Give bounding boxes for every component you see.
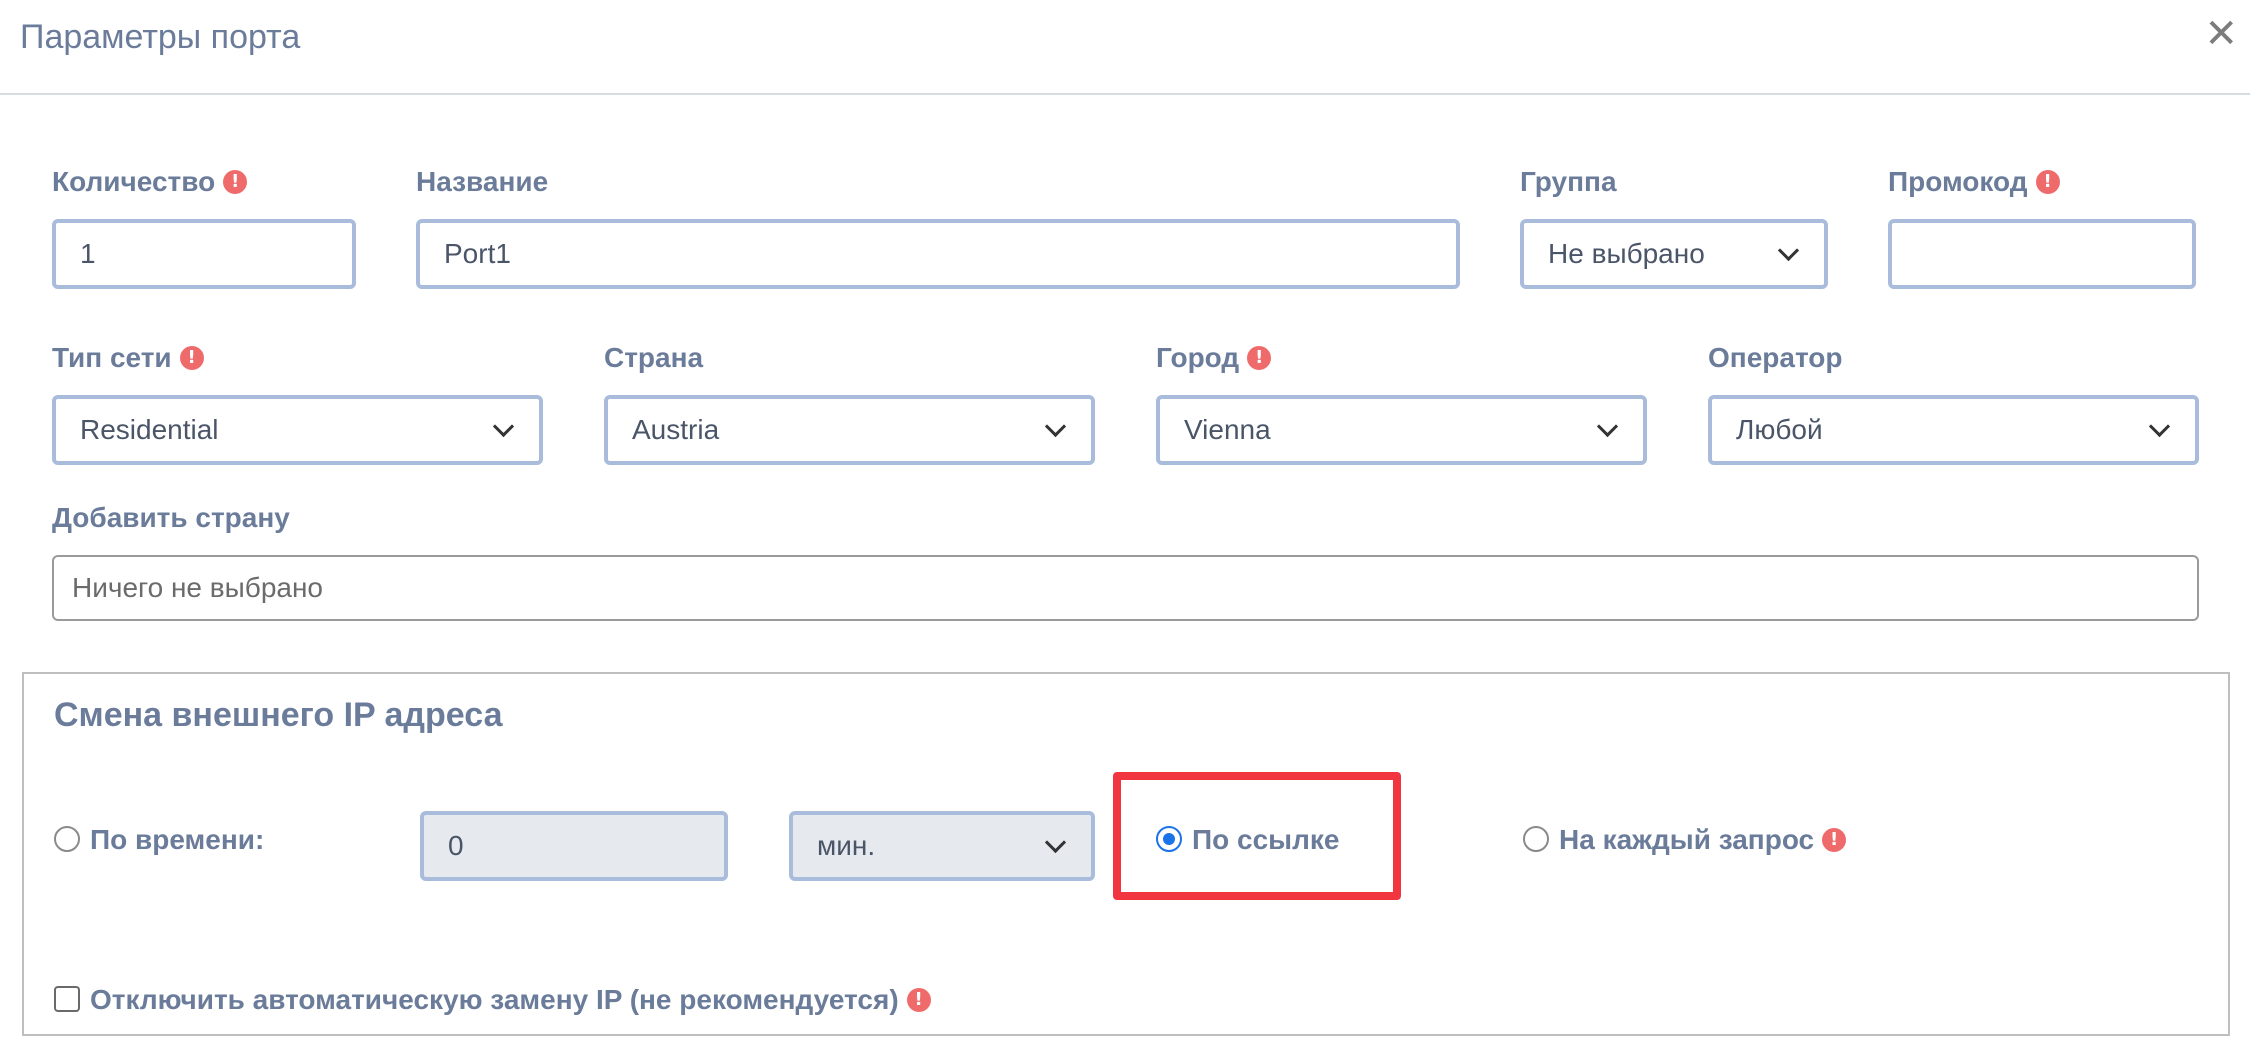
disable-auto-label[interactable]: Отключить автоматическую замену IP (не р…: [90, 984, 931, 1016]
country-select[interactable]: Austria: [604, 395, 1095, 465]
warning-icon: !: [2035, 170, 2060, 194]
per-request-radio[interactable]: [1523, 826, 1549, 852]
name-label: Название: [416, 166, 549, 197]
close-button[interactable]: ✕: [2204, 14, 2238, 54]
network-type-label: Тип сети !: [52, 342, 204, 374]
chevron-down-icon: [1596, 415, 1619, 437]
time-value-input[interactable]: 0: [420, 811, 728, 881]
promo-label: Промокод !: [1888, 166, 2060, 198]
chevron-down-icon: [1777, 239, 1800, 261]
quantity-input[interactable]: 1: [52, 219, 356, 289]
country-label: Страна: [604, 342, 704, 373]
time-unit-select[interactable]: мин.: [789, 811, 1095, 881]
network-type-select[interactable]: Residential: [52, 395, 543, 465]
add-country-select[interactable]: Ничего не выбрано: [52, 555, 2199, 621]
add-country-label: Добавить страну: [52, 502, 290, 533]
modal-header: Параметры порта ✕: [0, 0, 2250, 95]
city-label: Город !: [1156, 342, 1272, 374]
group-label: Группа: [1520, 166, 1617, 197]
group-select[interactable]: Не выбрано: [1520, 219, 1828, 289]
modal-title: Параметры порта: [20, 18, 301, 56]
warning-icon: !: [179, 346, 204, 370]
chevron-down-icon: [492, 415, 515, 437]
ip-change-title: Смена внешнего IP адреса: [54, 696, 503, 734]
operator-select[interactable]: Любой: [1708, 395, 2199, 465]
close-icon[interactable]: ✕: [2204, 12, 2238, 56]
highlight-frame: [1113, 772, 1401, 900]
warning-icon: !: [1822, 828, 1847, 852]
operator-label: Оператор: [1708, 342, 1843, 373]
chevron-down-icon: [1044, 415, 1067, 437]
chevron-down-icon: [1044, 831, 1067, 853]
per-request-label[interactable]: На каждый запрос !: [1559, 824, 1847, 856]
disable-auto-checkbox[interactable]: [54, 986, 80, 1012]
name-input[interactable]: Port1: [416, 219, 1460, 289]
quantity-label: Количество !: [52, 166, 248, 198]
promo-input[interactable]: [1888, 219, 2196, 289]
warning-icon: !: [223, 170, 248, 194]
warning-icon: !: [1247, 346, 1272, 370]
city-select[interactable]: Vienna: [1156, 395, 1647, 465]
warning-icon: !: [906, 988, 931, 1012]
chevron-down-icon: [2148, 415, 2171, 437]
by-time-label[interactable]: По времени:: [90, 824, 264, 856]
by-time-radio[interactable]: [54, 826, 80, 852]
